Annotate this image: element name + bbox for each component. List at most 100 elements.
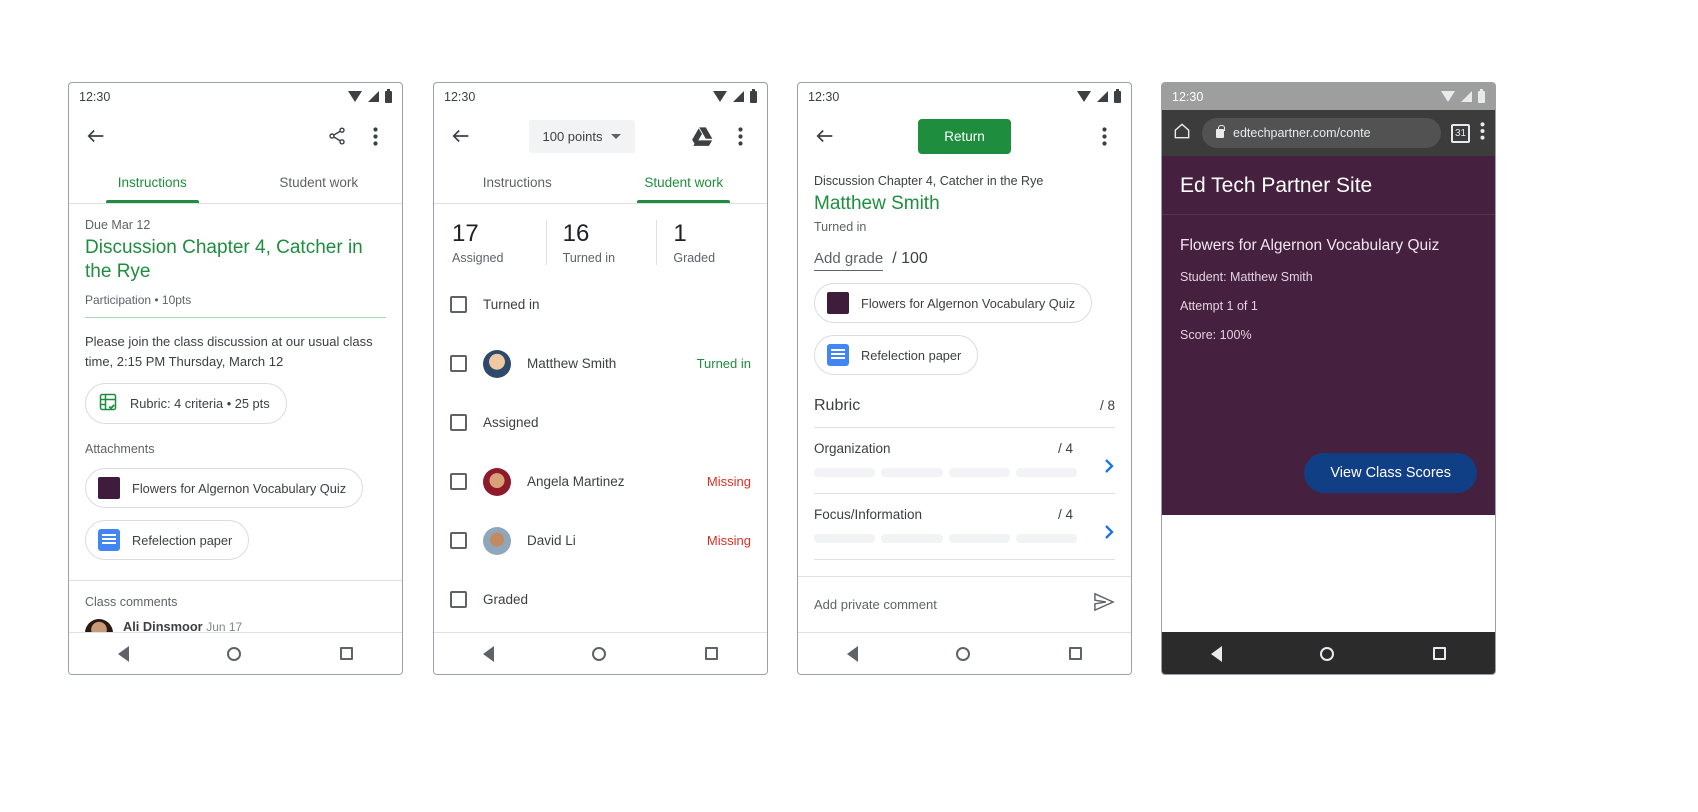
private-comment-input[interactable]: Add private comment: [814, 597, 1083, 612]
list-item[interactable]: Turned in: [434, 275, 767, 334]
return-button[interactable]: Return: [918, 118, 1011, 154]
share-icon[interactable]: [324, 123, 350, 149]
phone-grading-detail: 12:30 Return Discussion Chapter 4, Catch…: [797, 82, 1132, 675]
row-checkbox[interactable]: [450, 591, 467, 608]
content-divider: [69, 580, 402, 582]
points-dropdown-label: 100 points: [542, 128, 603, 144]
grade-entry[interactable]: Add grade / 100: [814, 250, 1115, 271]
view-class-scores-button[interactable]: View Class Scores: [1304, 453, 1477, 493]
assignment-title: Discussion Chapter 4, Catcher in the Rye: [85, 237, 363, 283]
more-options-icon[interactable]: [1091, 123, 1117, 149]
level-bar[interactable]: [814, 534, 876, 543]
assignment-description: Please join the class discussion at our …: [85, 334, 373, 369]
more-options-icon[interactable]: [727, 123, 753, 149]
assignment-name: Discussion Chapter 4, Catcher in the Rye: [814, 174, 1044, 188]
nav-back-icon[interactable]: [1211, 645, 1223, 662]
add-grade-input[interactable]: Add grade: [814, 250, 884, 271]
list-item[interactable]: Assigned: [434, 393, 767, 452]
signal-icon: [1461, 91, 1472, 102]
nav-recents-icon[interactable]: [704, 647, 718, 660]
more-options-icon[interactable]: [1480, 121, 1485, 145]
quiz-score: Score: 100%: [1180, 328, 1252, 342]
nav-back-icon[interactable]: [483, 645, 495, 662]
nav-home-icon[interactable]: [227, 646, 242, 661]
browser-toolbar: edtechpartner.com/conte 31: [1162, 110, 1495, 156]
url-text: edtechpartner.com/conte: [1233, 126, 1371, 140]
send-icon[interactable]: [1093, 592, 1115, 617]
level-bar[interactable]: [948, 534, 1010, 543]
submission-status: Turned in: [814, 220, 867, 234]
signal-icon: [368, 91, 379, 102]
stat-turned-in-value: 16: [562, 220, 590, 247]
private-comment-bar[interactable]: Add private comment: [798, 576, 1131, 632]
tab-count-button[interactable]: 31: [1451, 123, 1470, 143]
back-arrow-icon[interactable]: [83, 123, 109, 149]
chevron-right-icon[interactable]: [1101, 522, 1117, 547]
back-arrow-icon[interactable]: [448, 123, 474, 149]
list-item[interactable]: Angela Martinez Missing: [434, 452, 767, 511]
level-bar[interactable]: [814, 468, 876, 477]
attachment-doc[interactable]: Refelection paper: [85, 520, 250, 561]
list-item[interactable]: Graded: [434, 570, 767, 629]
attachments-label: Attachments: [85, 442, 155, 457]
avatar: [483, 526, 511, 555]
list-item[interactable]: David Li Missing: [434, 511, 767, 570]
tab-instructions[interactable]: Instructions: [434, 162, 601, 203]
row-checkbox[interactable]: [450, 414, 467, 431]
attachment-doc[interactable]: Refelection paper: [814, 335, 979, 375]
rubric-chip[interactable]: Rubric: 4 criteria • 25 pts: [85, 383, 287, 425]
status-bar: 12:30: [798, 83, 1131, 110]
criterion-header: Focus/Information / 4: [814, 507, 1115, 522]
row-checkbox[interactable]: [450, 296, 467, 313]
criterion-levels: [814, 534, 1115, 543]
nav-home-icon[interactable]: [1320, 646, 1335, 661]
wifi-icon: [348, 91, 362, 102]
avatar: [483, 349, 511, 378]
nav-home-icon[interactable]: [956, 646, 971, 661]
nav-recents-icon[interactable]: [1068, 647, 1082, 660]
level-bar[interactable]: [881, 534, 943, 543]
rubric-criterion[interactable]: Focus/Information / 4: [814, 494, 1115, 560]
nav-recents-icon[interactable]: [339, 647, 353, 660]
chevron-right-icon[interactable]: [1101, 456, 1117, 481]
rubric-criterion[interactable]: Organization / 4: [814, 428, 1115, 494]
google-drive-icon[interactable]: [689, 123, 715, 149]
attachment-quiz[interactable]: Flowers for Algernon Vocabulary Quiz: [814, 283, 1093, 323]
row-checkbox[interactable]: [450, 473, 467, 490]
attachment-quiz[interactable]: Flowers for Algernon Vocabulary Quiz: [85, 468, 364, 509]
more-options-icon[interactable]: [362, 123, 388, 149]
signal-icon: [733, 91, 744, 102]
tab-student-work[interactable]: Student work: [236, 162, 403, 203]
tab-bar: Instructions Student work: [434, 162, 767, 204]
level-bar[interactable]: [1015, 468, 1077, 477]
quiz-student: Student: Matthew Smith: [1180, 270, 1313, 284]
battery-icon: [1114, 88, 1121, 103]
nav-back-icon[interactable]: [847, 645, 859, 662]
back-arrow-icon[interactable]: [812, 123, 838, 149]
student-name: David Li: [527, 533, 576, 548]
address-bar[interactable]: edtechpartner.com/conte: [1202, 118, 1441, 148]
google-docs-icon: [827, 344, 849, 366]
rubric-title: Rubric: [814, 397, 861, 414]
level-bar[interactable]: [948, 468, 1010, 477]
tab-student-work[interactable]: Student work: [601, 162, 768, 203]
grading-content: Discussion Chapter 4, Catcher in the Rye…: [798, 174, 1131, 560]
status-time: 12:30: [79, 89, 111, 104]
status-icons: [348, 88, 392, 103]
status-icons: [1441, 88, 1485, 103]
nav-home-icon[interactable]: [592, 646, 607, 661]
tab-instructions[interactable]: Instructions: [69, 162, 236, 203]
status-icons: [1077, 88, 1121, 103]
stat-turned-in: 16 Turned in: [545, 220, 657, 265]
row-checkbox[interactable]: [450, 532, 467, 549]
android-nav-bar: [434, 632, 767, 674]
level-bar[interactable]: [881, 468, 943, 477]
row-checkbox[interactable]: [450, 355, 467, 372]
home-icon[interactable]: [1172, 121, 1192, 146]
quiz-attempt: Attempt 1 of 1: [1180, 299, 1258, 313]
points-dropdown[interactable]: 100 points: [528, 119, 635, 153]
nav-recents-icon[interactable]: [1432, 647, 1446, 660]
nav-back-icon[interactable]: [118, 645, 130, 662]
level-bar[interactable]: [1015, 534, 1077, 543]
list-item[interactable]: Matthew Smith Turned in: [434, 334, 767, 393]
